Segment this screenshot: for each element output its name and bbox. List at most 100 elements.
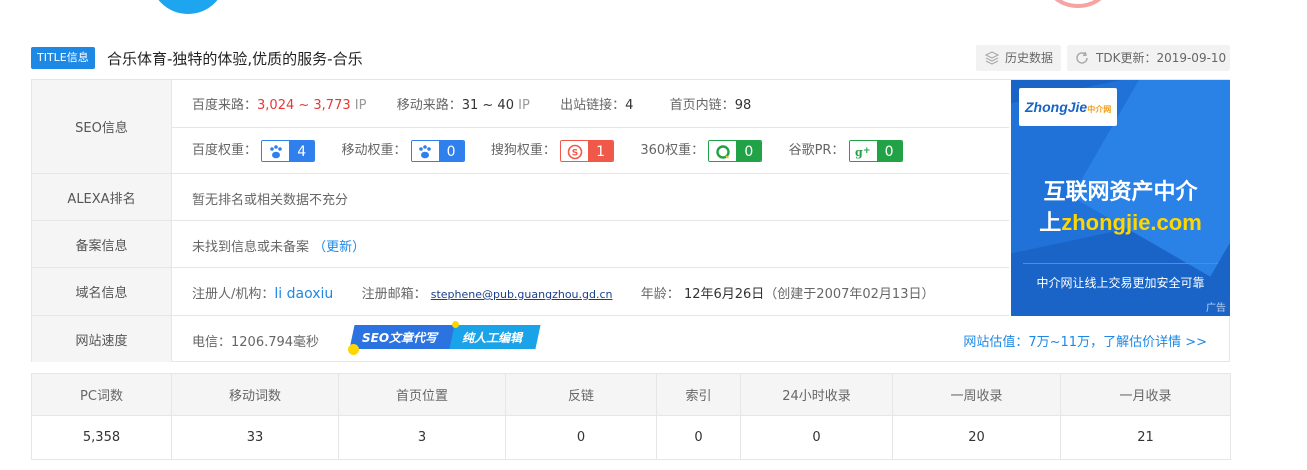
mobile-traffic-unit: IP [518,98,530,113]
stats-24h: 0 [740,415,893,460]
mobile-weight-badge[interactable]: 0 [410,139,465,162]
speed-value: 电信：1206.794毫秒 [192,335,320,350]
stats-week: 20 [892,415,1061,460]
mobile-weight-label: 移动权重： [341,143,407,158]
seo-traffic-line: 百度来路：3,024 ~ 3,773 IP 移动来路：31 ~ 40 IP 出站… [192,94,751,113]
stats-home-position: 3 [338,415,506,460]
domain-label: 域名信息 [32,268,172,315]
ad-footer: 中介网让线上交易更加安全可靠 [1036,276,1205,290]
stats-header-pc-words: PC词数 [31,372,172,417]
title-badge: TITLE信息 [31,47,95,69]
stats-header-month: 一月收录 [1060,372,1231,417]
stats-header-24h: 24小时收录 [740,372,893,417]
outlinks-value: 4 [625,98,634,113]
mobile-paw-icon [411,140,439,161]
baidu-traffic-value: 3,024 ~ 3,773 [257,98,351,113]
google-plus-icon: g + [849,140,877,161]
sogou-weight-value: 1 [588,140,614,161]
speed-label: 网站速度 [32,316,172,362]
stats-header-home-position: 首页位置 [338,372,506,417]
stats-backlinks: 0 [505,415,657,460]
page-title: 合乐体育-独特的体验,优质的服务-合乐 [107,50,363,68]
sogou-weight-badge[interactable]: S 1 [560,139,615,162]
valuation-link[interactable]: 网站估值：7万~11万，了解估价详情 >> [963,331,1207,350]
beian-content: 未找到信息或未备案 （更新） [192,236,365,255]
seo-writing-banner[interactable]: SEO文章代写 纯人工编辑 [348,321,542,355]
stats-pc-words[interactable]: 5,358 [31,415,172,460]
ad-domain: zhongjie.com [1061,210,1202,235]
homelinks-label: 首页内链： [669,98,735,113]
layers-icon [985,51,999,65]
seo-divider [172,127,1009,128]
beian-value: 未找到信息或未备案 [192,240,310,255]
sogou-weight-label: 搜狗权重： [490,143,556,158]
ad-line2-prefix: 上 [1039,211,1062,236]
ad-divider [1023,263,1218,264]
refresh-icon [1076,51,1088,64]
alexa-row: ALEXA排名 暂无排名或相关数据不充分 [32,174,1009,221]
google-pr-badge[interactable]: g + 0 [848,139,903,162]
email-label: 注册邮箱： [361,287,427,302]
baidu-traffic-label: 百度来路： [192,98,258,113]
stats-header-backlinks: 反链 [505,372,657,417]
banner-part1-text: SEO文章代写 [362,331,438,345]
outlinks-label: 出站链接： [560,98,626,113]
google-pr-value: 0 [876,140,902,161]
banner-dot-icon [348,344,359,355]
stats-header-mobile-words: 移动词数 [171,372,339,417]
360-icon [709,140,737,161]
registrant-label: 注册人/机构： [192,287,275,302]
stats-value-row: 5,358 33 3 0 0 0 20 21 [31,415,1231,460]
banner-dot-small-icon [452,321,459,328]
beian-update-link[interactable]: （更新） [313,240,365,255]
alexa-value: 暂无排名或相关数据不充分 [192,193,349,208]
beian-label: 备案信息 [32,221,172,267]
zhongjie-ad[interactable]: ZhongJie中介网 互联网资产中介 上zhongjie.com 中介网让线上… [1011,80,1230,316]
decorative-pink-circle [1040,0,1116,8]
domain-content: 注册人/机构：li daoxiu 注册邮箱： stephene@pub.guan… [192,283,934,302]
email-link[interactable]: stephene@pub.guangzhou.gd.cn [431,288,613,301]
registrant-link[interactable]: li daoxiu [274,286,333,302]
banner-part2-text: 纯人工编辑 [462,331,523,345]
created-date: （创建于2007年02月13日） [764,287,935,302]
seo-weight-line: 百度权重： 4 移动权重： 0 搜狗权重： S 1 360权重： 0 谷歌PR：… [192,139,903,162]
history-data-label: 历史数据 [1005,51,1054,65]
ad-domain-line: 上zhongjie.com [1011,205,1230,237]
stats-mobile-words[interactable]: 33 [171,415,339,460]
stats-index: 0 [656,415,741,460]
ad-tag: 广告 [1206,303,1226,314]
mobile-traffic-label: 移动来路： [396,98,462,113]
svg-text:g: g [855,146,863,159]
keyword-stats-table: PC词数 移动词数 首页位置 反链 索引 24小时收录 一周收录 一月收录 5,… [31,372,1231,460]
baidu-weight-label: 百度权重： [192,143,258,158]
seo-info-label: SEO信息 [32,80,172,173]
domain-row: 域名信息 注册人/机构：li daoxiu 注册邮箱： stephene@pub… [32,268,1009,316]
google-pr-label: 谷歌PR： [788,143,845,158]
baidu-weight-badge[interactable]: 4 [261,139,316,162]
beian-row: 备案信息 未找到信息或未备案 （更新） [32,221,1009,268]
360-weight-badge[interactable]: 0 [708,139,763,162]
stats-month: 21 [1060,415,1231,460]
mobile-traffic-value: 31 ~ 40 [461,98,514,113]
age-value: 12年6月26日 [683,287,765,302]
age-label: 年龄： [640,287,680,302]
history-data-button[interactable]: 历史数据 [976,45,1061,71]
ad-headline: 互联网资产中介 [1043,180,1198,205]
baidu-weight-value: 4 [289,140,315,161]
tdk-update-label: TDK更新：2019-09-10 [1096,51,1227,65]
stats-header-week: 一周收录 [892,372,1061,417]
homelinks-value: 98 [734,98,752,113]
speed-row: 网站速度 电信：1206.794毫秒 SEO文章代写 纯人工编辑 网站估值：7万… [32,316,1229,362]
tdk-update-button[interactable]: TDK更新：2019-09-10 [1067,45,1230,71]
360-weight-label: 360权重： [640,143,705,158]
site-info-table: SEO信息 百度来路：3,024 ~ 3,773 IP 移动来路：31 ~ 40… [31,79,1230,362]
stats-header-index: 索引 [656,372,741,417]
ad-logo-sub: 中介网 [1087,105,1112,114]
title-row: TITLE信息 合乐体育-独特的体验,优质的服务-合乐 历史数据 TDK更新：2… [31,45,1230,71]
ad-logo-text: ZhongJie [1025,99,1088,115]
alexa-label: ALEXA排名 [32,174,172,220]
baidu-paw-icon [262,140,290,161]
sogou-icon: S [561,140,589,161]
decorative-blue-circle [150,0,226,14]
mobile-weight-value: 0 [438,140,464,161]
